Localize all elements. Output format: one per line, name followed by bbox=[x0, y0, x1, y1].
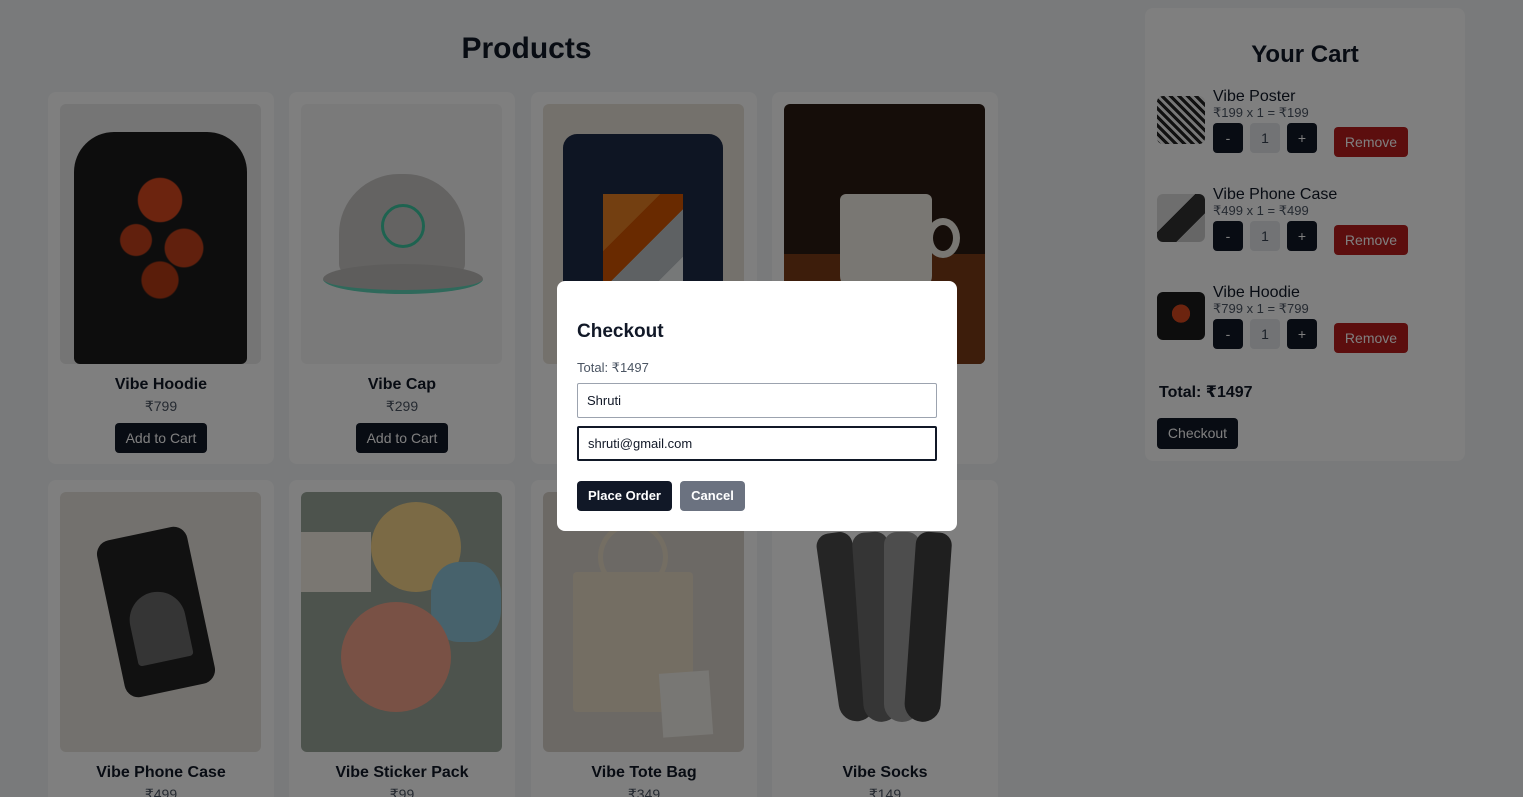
checkout-modal: Checkout Total: ₹1497 Place Order Cancel bbox=[557, 281, 957, 531]
place-order-button[interactable]: Place Order bbox=[577, 481, 672, 511]
name-field[interactable] bbox=[577, 383, 937, 418]
cancel-button[interactable]: Cancel bbox=[680, 481, 745, 511]
modal-title: Checkout bbox=[577, 321, 664, 342]
email-field[interactable] bbox=[577, 426, 937, 461]
modal-total: Total: ₹1497 bbox=[577, 360, 649, 375]
